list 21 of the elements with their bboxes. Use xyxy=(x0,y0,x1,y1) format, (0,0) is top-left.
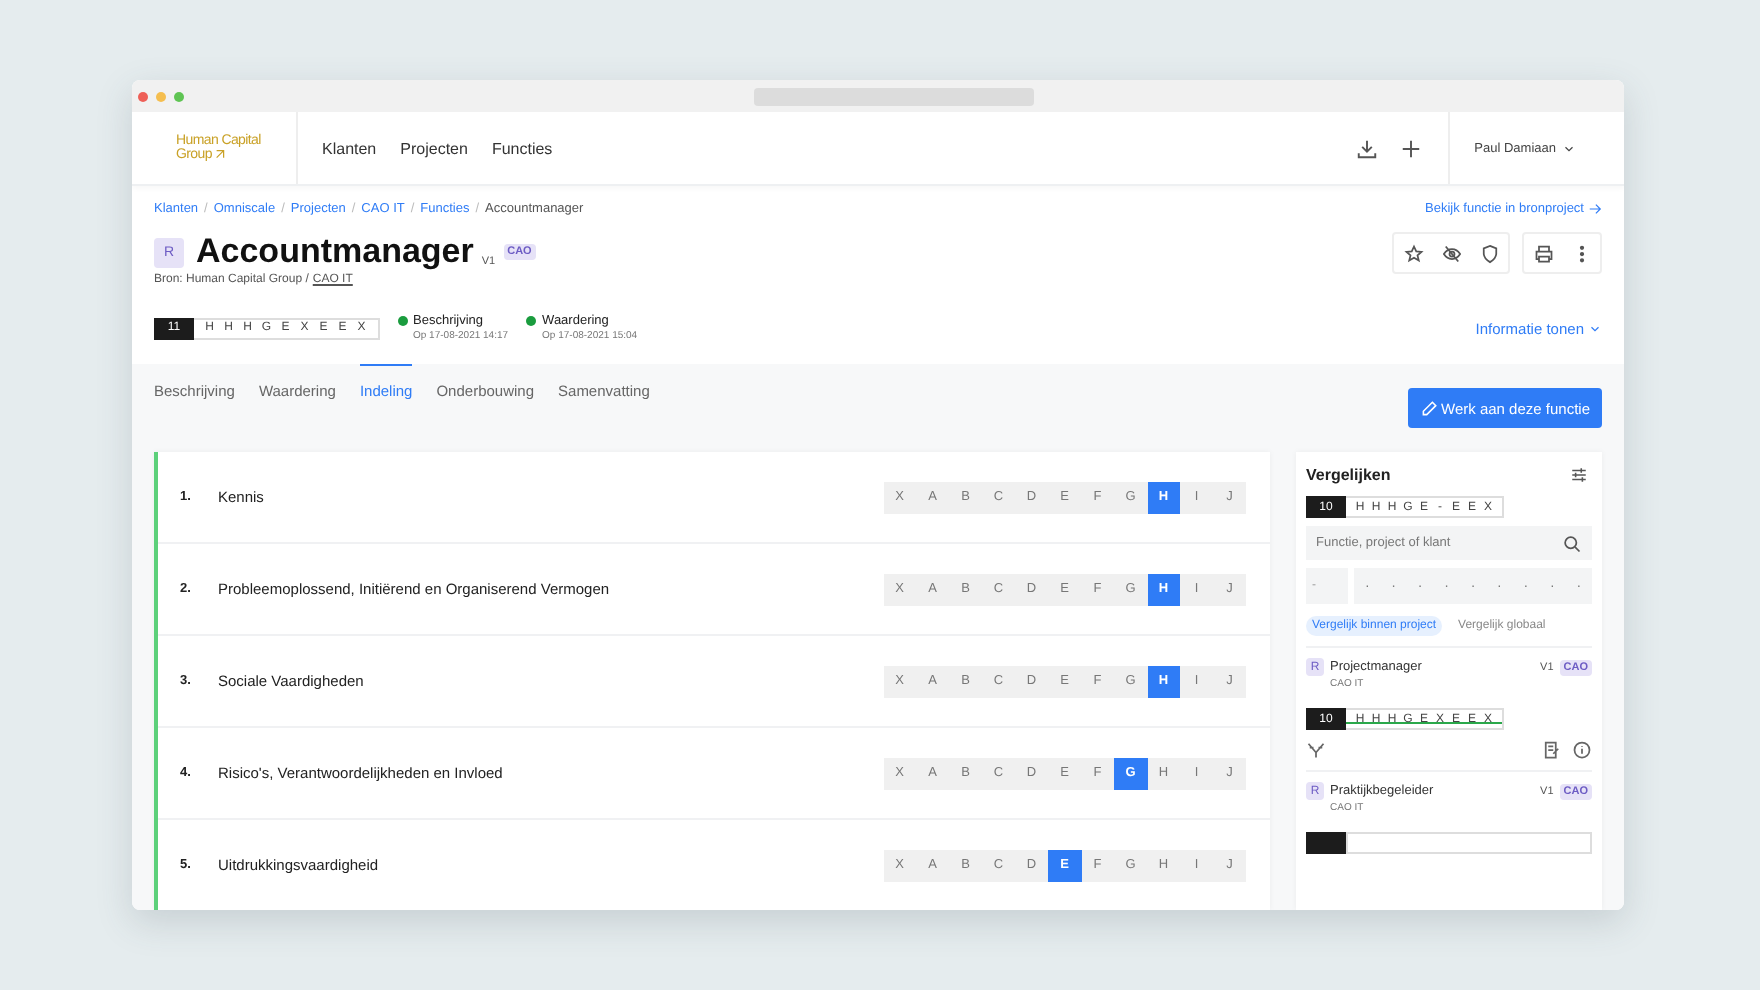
nav-link[interactable]: Klanten xyxy=(322,139,377,157)
panel-title: Vergelijken xyxy=(1306,465,1391,483)
star-icon xyxy=(1403,243,1423,263)
arrow-right-icon xyxy=(1588,201,1602,215)
eye-slash-icon xyxy=(1441,243,1461,263)
function-title: Accountmanager xyxy=(196,232,474,272)
plus-icon xyxy=(1399,137,1422,159)
download-icon xyxy=(1355,137,1378,159)
info-icon xyxy=(1572,740,1592,760)
nav-link[interactable]: Projecten xyxy=(400,139,468,157)
shield-icon xyxy=(1479,243,1499,263)
printer-icon xyxy=(1533,243,1553,263)
score-badge xyxy=(1306,832,1346,854)
nav-link[interactable]: Functies xyxy=(491,139,553,157)
document-icon xyxy=(1542,740,1562,760)
pencil-icon xyxy=(1419,399,1437,417)
chevron-down-icon xyxy=(1562,141,1576,155)
search-icon xyxy=(1562,533,1582,553)
arrow-icon xyxy=(213,148,228,162)
chevron-down-icon xyxy=(1588,321,1602,335)
sliders-icon xyxy=(1569,465,1587,483)
